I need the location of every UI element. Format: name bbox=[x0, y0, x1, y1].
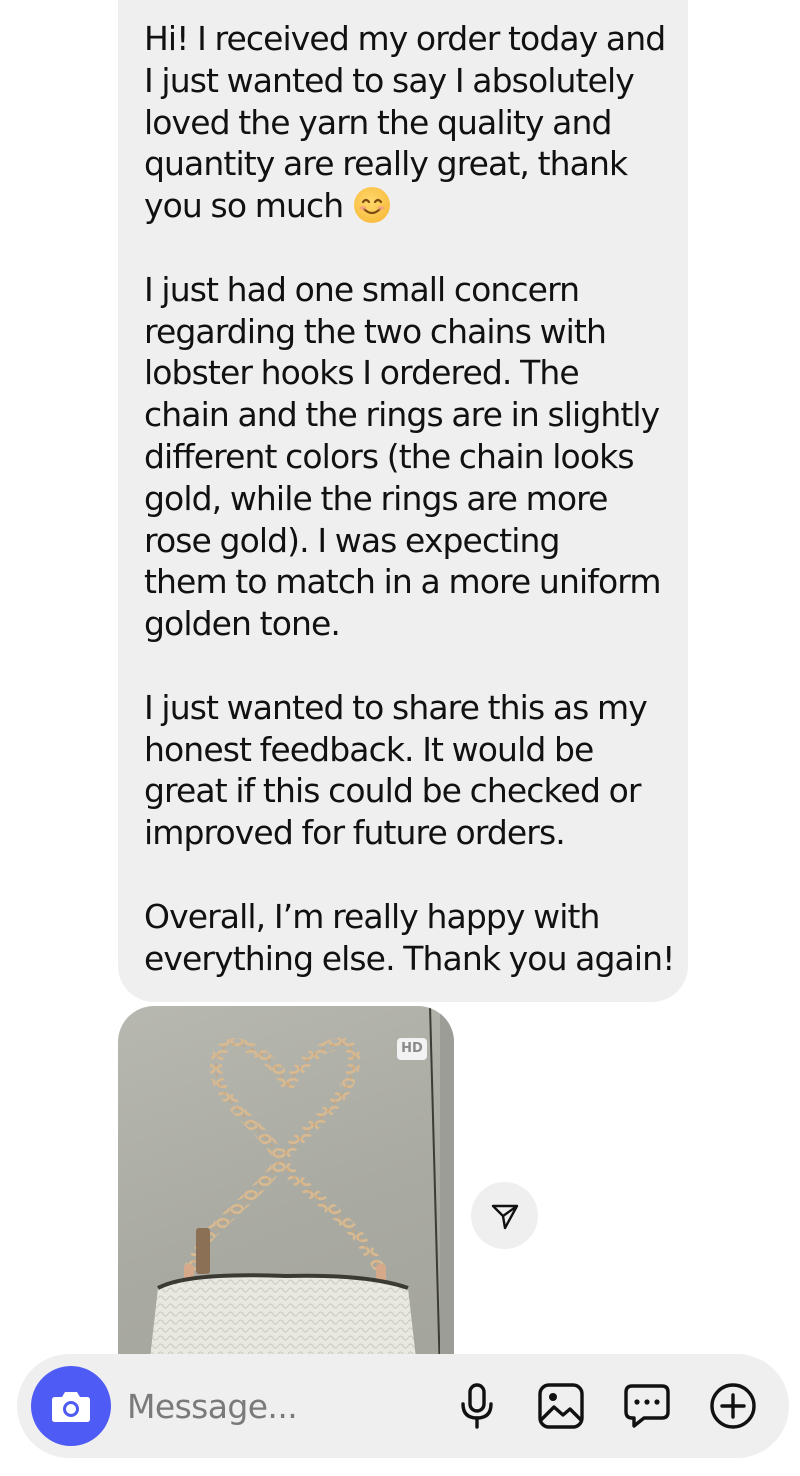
attached-photo[interactable]: HD bbox=[118, 1006, 454, 1356]
gallery-button[interactable] bbox=[535, 1380, 587, 1432]
message-paragraph-2: I just had one small concern regarding t… bbox=[144, 269, 661, 644]
more-button[interactable] bbox=[707, 1380, 759, 1432]
microphone-icon bbox=[461, 1383, 493, 1429]
share-button[interactable] bbox=[471, 1182, 538, 1249]
chat-thread: Hi! I received my order today and I just… bbox=[0, 0, 800, 1356]
message-bubble[interactable]: Hi! I received my order today and I just… bbox=[118, 0, 688, 1002]
gallery-icon bbox=[538, 1383, 584, 1429]
message-input[interactable] bbox=[127, 1381, 427, 1431]
message-paragraph-3: I just wanted to share this as my honest… bbox=[144, 687, 648, 853]
plus-icon bbox=[710, 1383, 756, 1429]
send-icon bbox=[491, 1204, 518, 1229]
message-composer bbox=[17, 1354, 789, 1458]
sticker-chat-button[interactable] bbox=[621, 1380, 673, 1432]
camera-icon bbox=[52, 1392, 90, 1422]
smiling-face-emoji bbox=[353, 187, 390, 224]
sticker-chat-icon bbox=[624, 1384, 670, 1428]
message-paragraph-1: Hi! I received my order today and I just… bbox=[144, 19, 666, 226]
hd-badge: HD bbox=[397, 1038, 427, 1060]
microphone-button[interactable] bbox=[451, 1380, 503, 1432]
message-paragraph-4: Overall, I’m really happy with everythin… bbox=[144, 896, 675, 978]
camera-button[interactable] bbox=[31, 1366, 111, 1446]
